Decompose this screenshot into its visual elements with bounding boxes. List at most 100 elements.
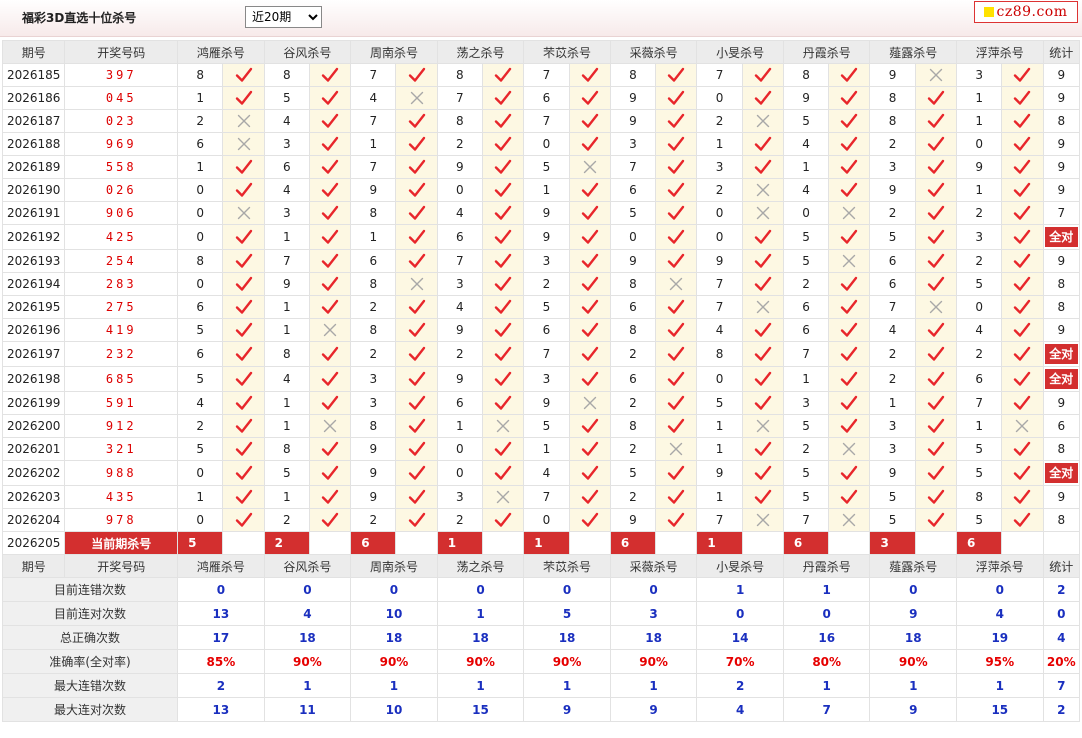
summary-value: 10 bbox=[350, 697, 438, 722]
kill-number: 9 bbox=[350, 460, 397, 486]
check-icon bbox=[1014, 276, 1031, 291]
result-correct bbox=[914, 272, 958, 296]
kill-number: 5 bbox=[177, 366, 224, 392]
result-correct bbox=[655, 178, 698, 202]
result-wrong bbox=[482, 414, 525, 438]
kill-number: 0 bbox=[696, 86, 743, 110]
check-icon bbox=[581, 489, 598, 504]
all-correct-badge: 全对 bbox=[1044, 463, 1078, 483]
column-header-expert[interactable]: 芣苡杀号 bbox=[523, 40, 611, 64]
kill-number: 0 bbox=[436, 437, 484, 461]
check-icon bbox=[1014, 205, 1031, 220]
kill-number: 6 bbox=[609, 178, 657, 202]
check-icon bbox=[927, 205, 945, 220]
result-correct bbox=[914, 155, 958, 179]
stat-cell: 全对 bbox=[1042, 341, 1081, 367]
check-icon bbox=[927, 418, 945, 433]
check-icon bbox=[754, 441, 771, 456]
result-correct bbox=[308, 391, 352, 415]
period-range-select[interactable]: 近20期 bbox=[245, 6, 322, 28]
result-correct bbox=[828, 295, 871, 319]
check-icon bbox=[927, 346, 945, 361]
result-correct bbox=[482, 295, 525, 319]
column-header-expert[interactable]: 荡之杀号 bbox=[436, 554, 525, 578]
column-header-winning: 开奖号码 bbox=[64, 40, 179, 64]
check-icon bbox=[754, 276, 771, 291]
summary-stat: 2 bbox=[1042, 577, 1081, 602]
result-wrong bbox=[828, 508, 871, 532]
kill-number: 1 bbox=[696, 437, 743, 461]
table-row: 2026188 969 6 3 1 2 0 3 1 4 2 0 9 bbox=[1, 132, 1081, 156]
kill-number: 5 bbox=[956, 460, 1003, 486]
column-header-expert[interactable]: 薤露杀号 bbox=[869, 554, 958, 578]
column-header-expert[interactable]: 采薇杀号 bbox=[609, 554, 698, 578]
column-header-expert[interactable]: 鸿雁杀号 bbox=[177, 554, 265, 578]
check-icon bbox=[927, 395, 945, 410]
check-icon bbox=[668, 159, 685, 174]
kill-number: 5 bbox=[696, 391, 743, 415]
kill-number: 6 bbox=[436, 391, 484, 415]
result-correct bbox=[655, 318, 698, 342]
result-correct bbox=[655, 132, 698, 156]
check-icon bbox=[494, 276, 512, 291]
result-correct bbox=[482, 109, 525, 133]
check-icon bbox=[668, 67, 685, 82]
check-icon bbox=[1014, 371, 1031, 386]
result-correct bbox=[568, 485, 611, 509]
column-header-expert[interactable]: 周南杀号 bbox=[350, 40, 438, 64]
column-header-expert[interactable]: 周南杀号 bbox=[350, 554, 438, 578]
result-correct bbox=[828, 485, 871, 509]
column-header-expert[interactable]: 谷风杀号 bbox=[263, 40, 352, 64]
check-icon bbox=[581, 441, 598, 456]
check-icon bbox=[235, 371, 252, 386]
result-correct bbox=[568, 109, 611, 133]
winning-number: 906 bbox=[64, 201, 179, 225]
column-header-expert[interactable]: 丹霞杀号 bbox=[782, 554, 871, 578]
column-header-expert[interactable]: 浮萍杀号 bbox=[956, 554, 1044, 578]
column-header-expert[interactable]: 薤露杀号 bbox=[869, 40, 958, 64]
check-icon bbox=[841, 229, 858, 244]
check-icon bbox=[754, 489, 771, 504]
kill-number: 8 bbox=[350, 414, 397, 438]
result-correct bbox=[222, 437, 265, 461]
column-header-expert[interactable]: 荡之杀号 bbox=[436, 40, 525, 64]
kill-number: 5 bbox=[782, 224, 830, 250]
check-icon bbox=[235, 441, 252, 456]
summary-value: 90% bbox=[350, 649, 438, 674]
summary-value: 1 bbox=[782, 577, 871, 602]
current-kill-number: 6 bbox=[782, 531, 830, 555]
column-header-expert[interactable]: 采薇杀号 bbox=[609, 40, 698, 64]
result-wrong bbox=[222, 109, 265, 133]
column-header-expert[interactable]: 浮萍杀号 bbox=[956, 40, 1044, 64]
kill-number: 3 bbox=[956, 63, 1003, 87]
kill-number: 2 bbox=[869, 132, 916, 156]
check-icon bbox=[668, 395, 685, 410]
winning-number: 283 bbox=[64, 272, 179, 296]
result-correct bbox=[568, 295, 611, 319]
kill-number: 2 bbox=[609, 485, 657, 509]
result-correct bbox=[655, 109, 698, 133]
table-header-row: 期号 开奖号码 鸿雁杀号 谷风杀号 周南杀号 荡之杀号 芣苡杀号 采薇杀号 小旻杀号 丹霞杀号 薤露… bbox=[1, 40, 1081, 64]
column-header-expert[interactable]: 芣苡杀号 bbox=[523, 554, 611, 578]
check-icon bbox=[754, 253, 771, 268]
check-icon bbox=[408, 395, 425, 410]
summary-value: 90% bbox=[609, 649, 698, 674]
summary-value: 11 bbox=[263, 697, 352, 722]
result-correct bbox=[1001, 460, 1044, 486]
summary-value: 90% bbox=[523, 649, 611, 674]
cross-icon bbox=[756, 513, 769, 527]
issue-number: 2026201 bbox=[1, 437, 66, 461]
check-icon bbox=[668, 299, 685, 314]
column-header-expert[interactable]: 丹霞杀号 bbox=[782, 40, 871, 64]
column-header-expert[interactable]: 小旻杀号 bbox=[696, 40, 784, 64]
result-correct bbox=[222, 178, 265, 202]
summary-value: 9 bbox=[523, 697, 611, 722]
winning-number: 978 bbox=[64, 508, 179, 532]
result-correct bbox=[914, 460, 958, 486]
column-header-expert[interactable]: 小旻杀号 bbox=[696, 554, 784, 578]
result-correct bbox=[222, 460, 265, 486]
column-header-expert[interactable]: 谷风杀号 bbox=[263, 554, 352, 578]
column-header-expert[interactable]: 鸿雁杀号 bbox=[177, 40, 265, 64]
site-logo[interactable]: cz89.com bbox=[974, 1, 1078, 23]
check-icon bbox=[581, 322, 598, 337]
